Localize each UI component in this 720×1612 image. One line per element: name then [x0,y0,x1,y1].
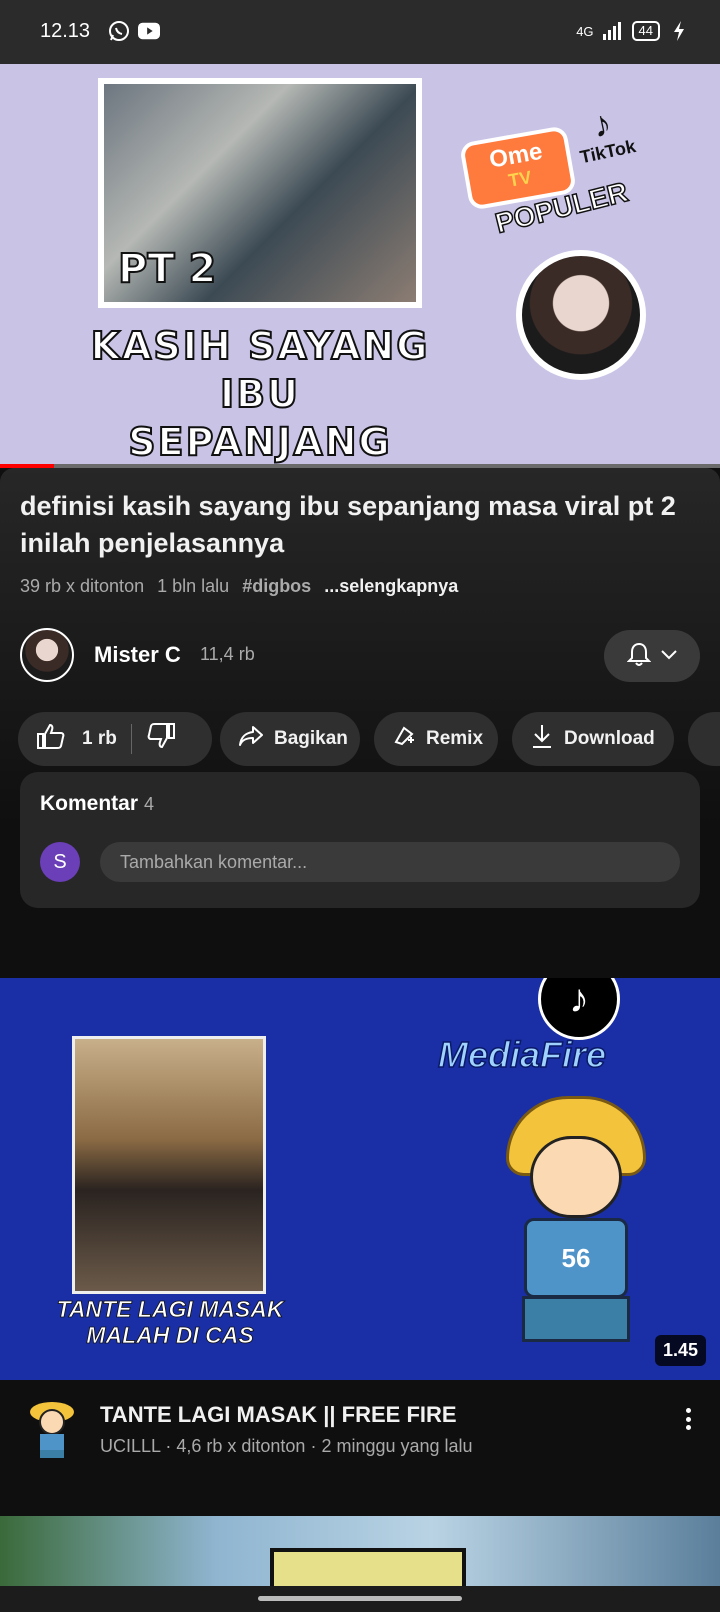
next-video-caption-line2: MALAH DI CAS [86,1322,254,1349]
thumbs-down-icon [146,723,176,755]
character-shirt: 56 [524,1218,628,1298]
character-shorts [522,1296,630,1342]
comments-count: 4 [144,794,155,814]
network-type: 4G [576,23,594,39]
like-dislike-group: 1 rb [18,712,212,766]
video-title[interactable]: definisi kasih sayang ibu sepanjang masa… [20,488,700,562]
thumbnail-photo: PT 2 [104,84,416,302]
next-video-channel-avatar[interactable] [26,1400,78,1460]
comments-title: Komentar [40,792,139,815]
next-video-photo [75,1039,263,1291]
thumbnail-headline: KASIH SAYANG IBU SEPANJANG MASA [60,322,460,468]
character-face [530,1136,622,1218]
view-count: 39 rb x ditonton [20,576,145,596]
next-video-caption: TANTE LAGI MASAK MALAH DI CAS [50,1296,290,1349]
more-link[interactable]: ...selengkapnya [324,576,458,596]
action-bar: 1 rb Bagikan Remix Download [18,712,720,766]
thumbnail-avatar [516,250,646,380]
comments-panel[interactable]: Komentar 4 S Tambahkan komentar... [20,772,700,908]
more-actions-button[interactable] [688,712,720,766]
channel-row[interactable]: Mister C 11,4 rb [20,628,700,684]
video-duration: 1.45 [654,1335,706,1366]
like-divider [130,724,132,754]
like-button[interactable]: 1 rb [36,722,117,756]
whatsapp-icon [108,20,130,42]
video-player[interactable]: PT 2 KASIH SAYANG IBU SEPANJANG MASA Ome… [0,64,720,468]
thumbs-up-icon [36,722,66,756]
share-icon [238,725,264,753]
tiktok-icon: ♪ [538,978,620,1040]
next-video-caption-line1: TANTE LAGI MASAK [56,1296,284,1323]
next-video-meta: UCILLL · 4,6 rb x ditonton · 2 minggu ya… [100,1436,473,1456]
charging-icon [668,20,690,42]
system-icons: 4G 44 [576,20,690,42]
next-video-photo-frame [72,1036,266,1294]
cartoon-character: 56 [506,1096,646,1376]
subscriber-count: 11,4 rb [200,644,255,664]
download-button[interactable]: Download [512,712,674,766]
video-details: definisi kasih sayang ibu sepanjang masa… [0,468,720,978]
thumbnail-photo-frame: PT 2 [98,78,422,308]
remix-icon [392,724,416,754]
comments-header: Komentar 4 [40,792,154,816]
hashtag-link[interactable]: #digbos [242,576,311,596]
third-video-photo-frame [270,1548,466,1586]
third-video-thumbnail[interactable] [0,1516,720,1586]
battery-level: 44 [631,21,660,41]
share-label: Bagikan [274,728,348,749]
remix-button[interactable]: Remix [374,712,498,766]
signal-icon [602,20,624,42]
channel-name[interactable]: Mister C [94,642,181,668]
video-meta[interactable]: 39 rb x ditonton 1 bln lalu #digbos ...s… [20,576,466,597]
system-nav-bar [0,1586,720,1612]
status-time: 12.13 [40,20,91,42]
download-label: Download [564,728,655,749]
bell-icon [626,641,652,672]
comment-input[interactable]: Tambahkan komentar... [100,842,680,882]
more-options-icon[interactable] [676,1404,700,1434]
next-video-title[interactable]: TANTE LAGI MASAK || FREE FIRE [100,1402,457,1428]
user-avatar: S [40,842,80,882]
remix-label: Remix [426,728,484,749]
thumbnail-part-label: PT 2 [117,245,217,293]
thumbnail-headline-line2: SEPANJANG MASA [127,419,392,468]
share-button[interactable]: Bagikan [220,712,360,766]
notification-bell-button[interactable] [604,630,700,682]
channel-avatar[interactable] [20,628,74,682]
tiktok-logo: ♪ TikTok [571,101,638,168]
chevron-down-icon [661,647,677,665]
next-video-info[interactable]: TANTE LAGI MASAK || FREE FIRE UCILLL · 4… [0,1380,720,1486]
thumbnail-headline-line1: KASIH SAYANG IBU [90,323,430,417]
youtube-icon [138,20,160,42]
upload-age: 1 bln lalu [157,576,230,596]
notification-icons [108,20,160,42]
mediafire-logo: MediaFire [437,1033,607,1076]
download-icon [530,723,554,755]
dislike-button[interactable] [146,722,176,756]
like-count: 1 rb [82,728,117,749]
gesture-handle[interactable] [258,1596,462,1601]
next-video-thumbnail[interactable]: TANTE LAGI MASAK MALAH DI CAS ♪ MediaFir… [0,978,720,1380]
status-bar: 12.13 4G 44 [0,0,720,64]
